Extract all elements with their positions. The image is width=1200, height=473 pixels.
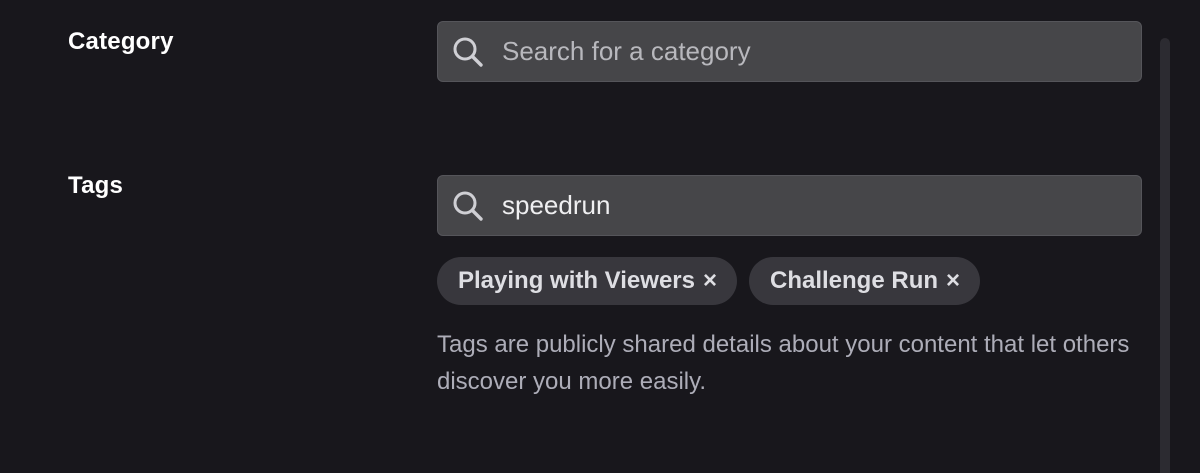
close-icon[interactable]: × <box>703 267 717 295</box>
category-search-input[interactable] <box>502 36 1102 67</box>
tags-helper-text: Tags are publicly shared details about y… <box>437 331 1130 395</box>
tag-chip[interactable]: Playing with Viewers × <box>437 257 737 305</box>
tags-search-input[interactable] <box>502 190 1102 221</box>
tags-search-field[interactable] <box>437 175 1142 236</box>
search-icon <box>450 188 486 224</box>
settings-panel: Category Tags Playing with Viewers × Cha… <box>0 0 1200 473</box>
tag-chip-label: Playing with Viewers <box>458 267 695 294</box>
category-label: Category <box>68 28 174 55</box>
tags-label: Tags <box>68 172 124 199</box>
category-search-field[interactable] <box>437 21 1142 82</box>
tag-chip-label: Challenge Run <box>770 267 939 294</box>
search-icon <box>450 34 486 70</box>
close-icon[interactable]: × <box>946 267 960 295</box>
tag-chip[interactable]: Challenge Run × <box>749 257 981 305</box>
tag-chip-list: Playing with Viewers × Challenge Run × <box>437 257 981 305</box>
scrollbar[interactable] <box>1160 38 1170 473</box>
